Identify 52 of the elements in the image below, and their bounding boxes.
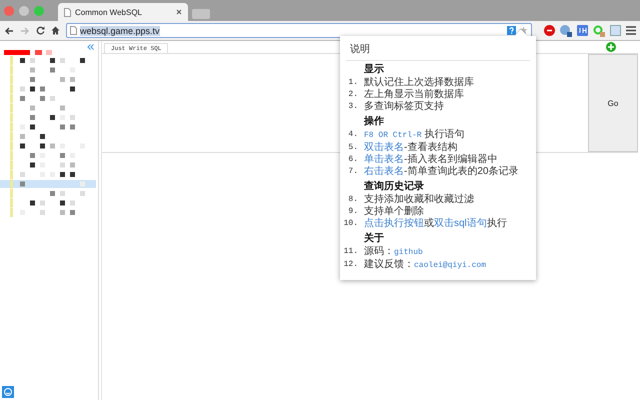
home-icon[interactable] bbox=[51, 26, 60, 35]
add-icon[interactable] bbox=[606, 42, 616, 52]
help-item-text: 支持单个删除 bbox=[364, 206, 424, 218]
address-bar[interactable]: websql.game.pps.tv bbox=[66, 23, 532, 38]
help-link[interactable]: 点击执行按钮 bbox=[364, 218, 424, 229]
item-number: 2. bbox=[347, 89, 359, 101]
popup-title: 说明 bbox=[346, 40, 530, 61]
smiley-icon[interactable] bbox=[2, 386, 14, 398]
help-item-text: F8 OR Ctrl-R 执行语句 bbox=[364, 129, 464, 142]
help-item-text: 支持添加收藏和收藏过滤 bbox=[364, 194, 474, 206]
reload-icon[interactable] bbox=[36, 26, 45, 35]
item-number: 10. bbox=[342, 218, 359, 230]
item-number: 1. bbox=[347, 77, 359, 89]
item-number: 7. bbox=[347, 166, 359, 178]
help-item-text: 点击执行按钮或双击sql语句执行 bbox=[364, 218, 507, 230]
item-number: 6. bbox=[347, 154, 359, 166]
menu-icon[interactable] bbox=[626, 26, 636, 35]
item-number: 12. bbox=[342, 259, 359, 271]
go-button[interactable]: Go bbox=[588, 54, 638, 152]
page-icon bbox=[64, 8, 71, 16]
collapse-icon[interactable] bbox=[87, 44, 94, 50]
help-item-text: 左上角显示当前数据库 bbox=[364, 89, 464, 100]
section-heading: 操作 bbox=[364, 116, 385, 128]
page-icon bbox=[70, 26, 77, 35]
help-item-text: 默认记住上次选择数据库 bbox=[364, 77, 474, 88]
close-icon[interactable] bbox=[176, 9, 182, 15]
item-number: 3. bbox=[347, 101, 359, 113]
help-item-text: 右击表名-简单查询此表的20条记录 bbox=[364, 166, 518, 178]
help-item-text: 源码：github bbox=[364, 246, 423, 258]
help-item-text: 建议反馈：caolei@qiyi.com bbox=[364, 259, 486, 272]
section-heading: 关于 bbox=[364, 233, 385, 245]
help-item-text: 单击表名-插入表名到编辑器中 bbox=[364, 154, 498, 166]
section-heading: 查询历史记录 bbox=[364, 181, 425, 193]
item-number: 4. bbox=[347, 129, 359, 141]
browser-tab[interactable]: Common WebSQL bbox=[58, 3, 188, 21]
item-number: 5. bbox=[347, 142, 359, 154]
extension-icon[interactable] bbox=[577, 25, 588, 36]
back-icon[interactable] bbox=[4, 26, 14, 34]
stop-sign-icon[interactable] bbox=[544, 25, 555, 36]
help-link[interactable]: 双击sql语句 bbox=[434, 218, 487, 229]
item-number: 9. bbox=[347, 206, 359, 218]
help-item-text: 多查询标签页支持 bbox=[364, 101, 444, 113]
ring-icon[interactable] bbox=[593, 24, 605, 36]
help-link[interactable]: 单击表名 bbox=[364, 154, 404, 165]
help-link[interactable]: 双击表名 bbox=[364, 142, 404, 153]
help-link[interactable]: 右击表名 bbox=[364, 166, 404, 177]
help-icon[interactable] bbox=[507, 26, 516, 35]
item-number: 8. bbox=[347, 194, 359, 206]
extension-icon[interactable] bbox=[560, 24, 572, 36]
help-item-text: 双击表名-查看表结构 bbox=[364, 142, 458, 154]
section-heading: 显示 bbox=[364, 64, 385, 76]
item-number: 11. bbox=[342, 246, 359, 258]
